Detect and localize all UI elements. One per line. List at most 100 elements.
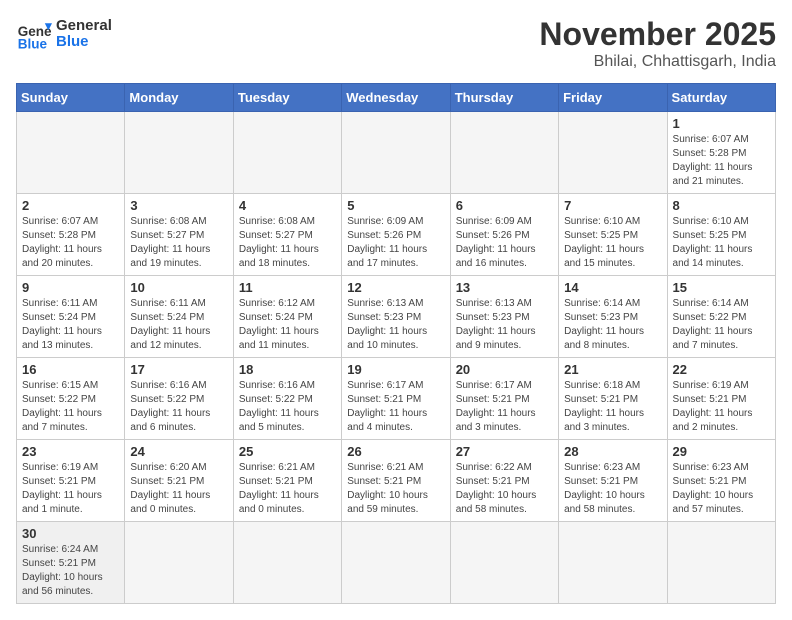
weekday-header: Monday <box>125 84 233 112</box>
logo-blue: Blue <box>56 34 112 51</box>
day-info: Sunrise: 6:22 AM Sunset: 5:21 PM Dayligh… <box>456 461 553 517</box>
calendar-cell: 17Sunrise: 6:16 AM Sunset: 5:22 PM Dayli… <box>125 358 233 440</box>
day-number: 22 <box>673 362 770 377</box>
calendar-cell: 1Sunrise: 6:07 AM Sunset: 5:28 PM Daylig… <box>667 112 775 194</box>
day-info: Sunrise: 6:08 AM Sunset: 5:27 PM Dayligh… <box>130 215 227 271</box>
day-number: 7 <box>564 198 661 213</box>
day-number: 25 <box>239 444 336 459</box>
day-info: Sunrise: 6:09 AM Sunset: 5:26 PM Dayligh… <box>347 215 444 271</box>
day-number: 27 <box>456 444 553 459</box>
day-info: Sunrise: 6:23 AM Sunset: 5:21 PM Dayligh… <box>673 461 770 517</box>
calendar-cell: 8 Sunrise: 6:10 AM Sunset: 5:25 PM Daylig… <box>667 194 775 276</box>
calendar-cell: 30Sunrise: 6:24 AM Sunset: 5:21 PM Dayli… <box>17 522 125 604</box>
calendar-cell: 23 Sunrise: 6:19 AM Sunset: 5:21 PM Dayli… <box>17 440 125 522</box>
calendar-cell <box>125 112 233 194</box>
day-number: 24 <box>130 444 227 459</box>
month-title: November 2025 <box>539 16 776 53</box>
day-number: 1 <box>673 116 770 131</box>
calendar-row: 1Sunrise: 6:07 AM Sunset: 5:28 PM Daylig… <box>17 112 776 194</box>
calendar-cell: 5 Sunrise: 6:09 AM Sunset: 5:26 PM Daylig… <box>342 194 450 276</box>
calendar-cell: 12Sunrise: 6:13 AM Sunset: 5:23 PM Dayli… <box>342 276 450 358</box>
day-info: Sunrise: 6:10 AM Sunset: 5:25 PM Dayligh… <box>564 215 661 271</box>
calendar-cell: 29 Sunrise: 6:23 AM Sunset: 5:21 PM Dayli… <box>667 440 775 522</box>
calendar-cell <box>233 112 341 194</box>
calendar-row: 16Sunrise: 6:15 AM Sunset: 5:22 PM Dayli… <box>17 358 776 440</box>
calendar-table: SundayMondayTuesdayWednesdayThursdayFrid… <box>16 83 776 604</box>
day-info: Sunrise: 6:07 AM Sunset: 5:28 PM Dayligh… <box>22 215 119 271</box>
day-number: 18 <box>239 362 336 377</box>
calendar-row: 9 Sunrise: 6:11 AM Sunset: 5:24 PM Daylig… <box>17 276 776 358</box>
calendar-cell <box>125 522 233 604</box>
calendar-cell: 15Sunrise: 6:14 AM Sunset: 5:22 PM Dayli… <box>667 276 775 358</box>
calendar-cell: 27 Sunrise: 6:22 AM Sunset: 5:21 PM Dayli… <box>450 440 558 522</box>
day-number: 4 <box>239 198 336 213</box>
day-number: 3 <box>130 198 227 213</box>
calendar-cell: 9 Sunrise: 6:11 AM Sunset: 5:24 PM Daylig… <box>17 276 125 358</box>
day-number: 28 <box>564 444 661 459</box>
calendar-cell: 10Sunrise: 6:11 AM Sunset: 5:24 PM Dayli… <box>125 276 233 358</box>
day-info: Sunrise: 6:19 AM Sunset: 5:21 PM Dayligh… <box>22 461 119 517</box>
weekday-header: Friday <box>559 84 667 112</box>
day-info: Sunrise: 6:14 AM Sunset: 5:22 PM Dayligh… <box>673 297 770 353</box>
calendar-cell: 22 Sunrise: 6:19 AM Sunset: 5:21 PM Dayli… <box>667 358 775 440</box>
calendar-cell <box>342 112 450 194</box>
calendar-cell: 25 Sunrise: 6:21 AM Sunset: 5:21 PM Dayli… <box>233 440 341 522</box>
svg-text:Blue: Blue <box>18 36 48 51</box>
day-number: 12 <box>347 280 444 295</box>
logo-icon: General Blue <box>16 16 52 52</box>
day-info: Sunrise: 6:13 AM Sunset: 5:23 PM Dayligh… <box>456 297 553 353</box>
calendar-cell <box>450 522 558 604</box>
day-number: 5 <box>347 198 444 213</box>
calendar-cell: 13 Sunrise: 6:13 AM Sunset: 5:23 PM Dayli… <box>450 276 558 358</box>
day-info: Sunrise: 6:10 AM Sunset: 5:25 PM Dayligh… <box>673 215 770 271</box>
day-number: 19 <box>347 362 444 377</box>
day-number: 14 <box>564 280 661 295</box>
calendar-cell: 28 Sunrise: 6:23 AM Sunset: 5:21 PM Dayli… <box>559 440 667 522</box>
calendar-cell <box>559 522 667 604</box>
weekday-header: Sunday <box>17 84 125 112</box>
day-info: Sunrise: 6:11 AM Sunset: 5:24 PM Dayligh… <box>22 297 119 353</box>
calendar-cell: 21 Sunrise: 6:18 AM Sunset: 5:21 PM Dayli… <box>559 358 667 440</box>
calendar-cell <box>17 112 125 194</box>
location-title: Bhilai, Chhattisgarh, India <box>539 53 776 71</box>
day-number: 8 <box>673 198 770 213</box>
day-number: 30 <box>22 526 119 541</box>
day-info: Sunrise: 6:18 AM Sunset: 5:21 PM Dayligh… <box>564 379 661 435</box>
day-info: Sunrise: 6:08 AM Sunset: 5:27 PM Dayligh… <box>239 215 336 271</box>
calendar-cell <box>559 112 667 194</box>
calendar-cell: 7 Sunrise: 6:10 AM Sunset: 5:25 PM Daylig… <box>559 194 667 276</box>
day-number: 6 <box>456 198 553 213</box>
calendar-cell: 4 Sunrise: 6:08 AM Sunset: 5:27 PM Daylig… <box>233 194 341 276</box>
day-info: Sunrise: 6:09 AM Sunset: 5:26 PM Dayligh… <box>456 215 553 271</box>
day-info: Sunrise: 6:23 AM Sunset: 5:21 PM Dayligh… <box>564 461 661 517</box>
day-info: Sunrise: 6:21 AM Sunset: 5:21 PM Dayligh… <box>347 461 444 517</box>
weekday-header: Thursday <box>450 84 558 112</box>
day-number: 29 <box>673 444 770 459</box>
weekday-header: Tuesday <box>233 84 341 112</box>
day-number: 16 <box>22 362 119 377</box>
calendar-cell: 3 Sunrise: 6:08 AM Sunset: 5:27 PM Daylig… <box>125 194 233 276</box>
weekday-header: Wednesday <box>342 84 450 112</box>
day-number: 20 <box>456 362 553 377</box>
calendar-cell: 18 Sunrise: 6:16 AM Sunset: 5:22 PM Dayli… <box>233 358 341 440</box>
day-info: Sunrise: 6:17 AM Sunset: 5:21 PM Dayligh… <box>347 379 444 435</box>
day-number: 13 <box>456 280 553 295</box>
day-info: Sunrise: 6:16 AM Sunset: 5:22 PM Dayligh… <box>130 379 227 435</box>
day-number: 9 <box>22 280 119 295</box>
logo: General Blue General Blue <box>16 16 112 52</box>
day-info: Sunrise: 6:14 AM Sunset: 5:23 PM Dayligh… <box>564 297 661 353</box>
day-info: Sunrise: 6:11 AM Sunset: 5:24 PM Dayligh… <box>130 297 227 353</box>
calendar-row: 23 Sunrise: 6:19 AM Sunset: 5:21 PM Dayli… <box>17 440 776 522</box>
calendar-cell: 20Sunrise: 6:17 AM Sunset: 5:21 PM Dayli… <box>450 358 558 440</box>
calendar-row: 30Sunrise: 6:24 AM Sunset: 5:21 PM Dayli… <box>17 522 776 604</box>
calendar-row: 2Sunrise: 6:07 AM Sunset: 5:28 PM Daylig… <box>17 194 776 276</box>
calendar-cell: 16Sunrise: 6:15 AM Sunset: 5:22 PM Dayli… <box>17 358 125 440</box>
day-info: Sunrise: 6:19 AM Sunset: 5:21 PM Dayligh… <box>673 379 770 435</box>
day-info: Sunrise: 6:16 AM Sunset: 5:22 PM Dayligh… <box>239 379 336 435</box>
day-info: Sunrise: 6:21 AM Sunset: 5:21 PM Dayligh… <box>239 461 336 517</box>
page-header: General Blue General Blue November 2025 … <box>16 16 776 71</box>
calendar-cell <box>667 522 775 604</box>
day-number: 23 <box>22 444 119 459</box>
day-number: 21 <box>564 362 661 377</box>
calendar-cell <box>342 522 450 604</box>
